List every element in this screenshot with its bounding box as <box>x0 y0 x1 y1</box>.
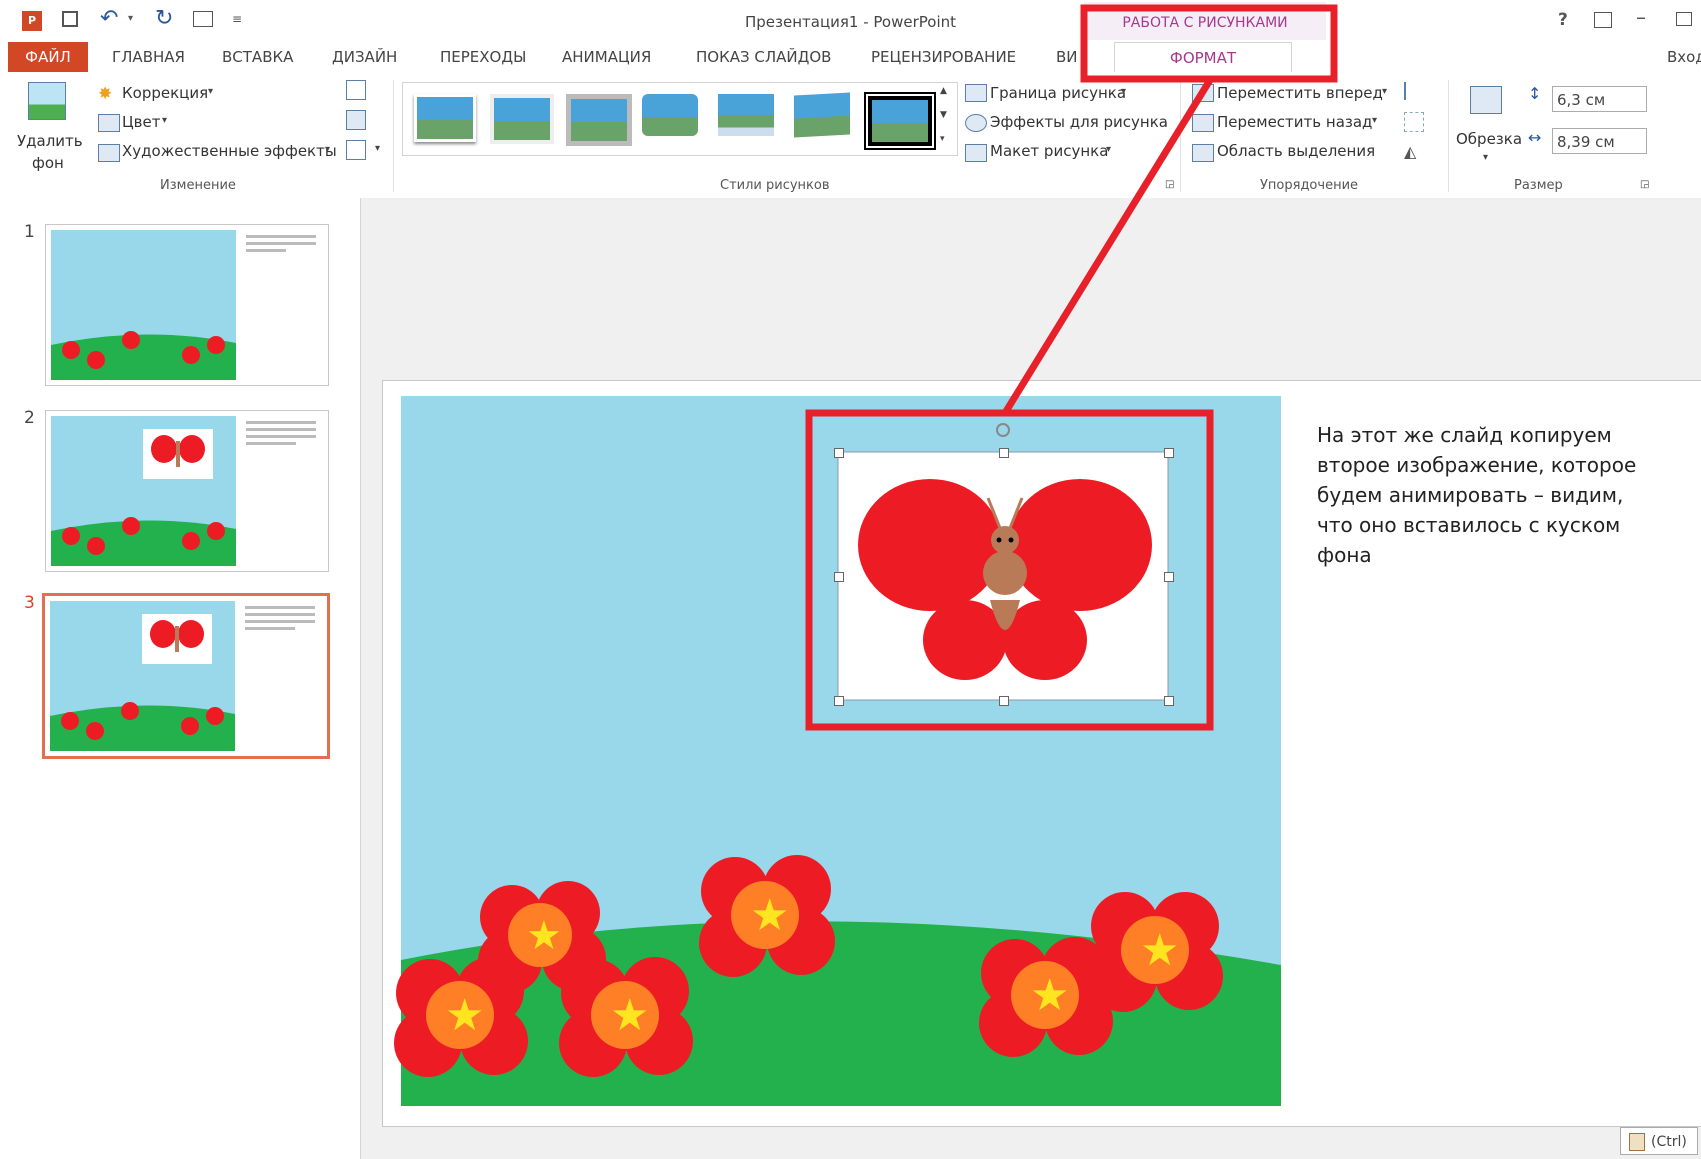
resize-handle[interactable] <box>999 448 1009 458</box>
slide-text-box[interactable]: На этот же слайд копируем второе изображ… <box>1317 420 1647 570</box>
svg-text:★: ★ <box>526 913 562 959</box>
resize-handle[interactable] <box>1164 696 1174 706</box>
resize-handle[interactable] <box>834 448 844 458</box>
clipboard-icon <box>1629 1133 1645 1151</box>
resize-handle[interactable] <box>1164 448 1174 458</box>
resize-handle[interactable] <box>834 572 844 582</box>
resize-handle[interactable] <box>1164 572 1174 582</box>
svg-text:★: ★ <box>1030 970 1069 1021</box>
svg-text:★: ★ <box>610 990 649 1041</box>
resize-handle[interactable] <box>999 696 1009 706</box>
butterfly-picture <box>837 451 1169 701</box>
paste-options-button[interactable]: (Ctrl) <box>1620 1127 1698 1155</box>
paste-options-label: (Ctrl) <box>1651 1134 1687 1150</box>
svg-text:★: ★ <box>1140 925 1179 976</box>
svg-text:★: ★ <box>445 990 484 1041</box>
svg-text:★: ★ <box>750 890 789 941</box>
resize-handle[interactable] <box>834 696 844 706</box>
slide-artwork: ★ ★ ★ ★ ★ ★ <box>394 4 1338 1106</box>
